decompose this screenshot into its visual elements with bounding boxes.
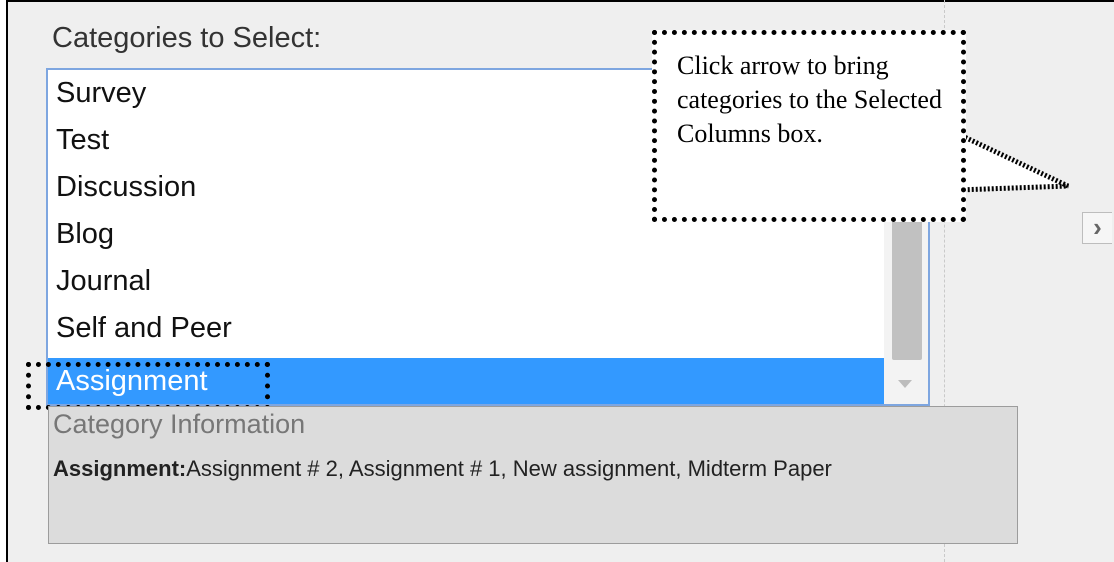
instruction-callout: Click arrow to bring categories to the S… xyxy=(652,30,966,222)
callout-text: Click arrow to bring categories to the S… xyxy=(677,51,942,148)
list-item-journal[interactable]: Journal xyxy=(48,258,884,305)
list-item-self-and-peer[interactable]: Self and Peer xyxy=(48,305,884,352)
info-title: Category Information xyxy=(53,409,306,439)
callout-tail xyxy=(958,134,1070,193)
chevron-right-icon: › xyxy=(1093,212,1102,242)
info-category-items: Assignment # 2, Assignment # 1, New assi… xyxy=(186,456,832,481)
category-information-panel: Category Information Assignment:Assignme… xyxy=(48,406,1018,544)
selection-highlight-frame xyxy=(26,362,270,410)
scroll-down-arrow-icon[interactable] xyxy=(898,380,912,388)
info-text: Assignment:Assignment # 2, Assignment # … xyxy=(53,455,993,483)
info-category-name: Assignment: xyxy=(53,456,187,481)
move-to-selected-button[interactable]: › xyxy=(1082,212,1112,244)
section-label: Categories to Select: xyxy=(52,22,322,54)
